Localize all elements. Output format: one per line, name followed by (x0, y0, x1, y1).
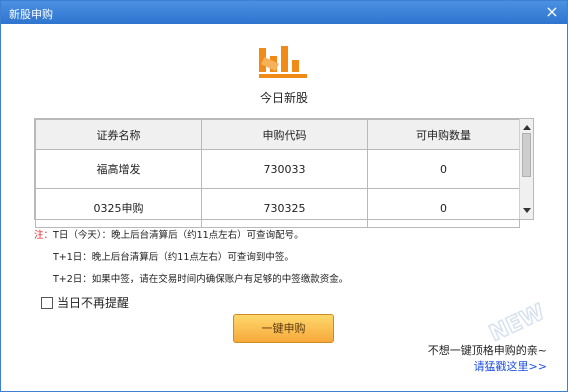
table-scrollbar[interactable] (519, 119, 533, 219)
table-row[interactable]: 福高增发 730033 0 (35, 149, 520, 189)
close-icon[interactable]: × (543, 3, 561, 21)
table-row[interactable]: 0325申购 730325 0 (35, 188, 520, 228)
one-click-subscribe-button[interactable]: 一键申购 (233, 314, 334, 343)
cell-code: 730033 (201, 149, 368, 189)
watermark-text: NEW (486, 301, 549, 341)
scroll-up-icon[interactable] (523, 125, 531, 130)
column-header-name: 证券名称 (35, 119, 202, 150)
column-header-code: 申购代码 (201, 119, 368, 150)
title-bar: 新股申购 × (1, 1, 567, 24)
footer-tip: 不想一键顶格申购的亲~ (427, 344, 547, 357)
scroll-thumb[interactable] (522, 133, 531, 177)
new-stock-table: 证券名称 申购代码 可申购数量 福高增发 730033 0 0325申购 730… (34, 118, 534, 228)
note-t2: T+2日：如果中签，请在交易时间内确保账户有足够的中签缴款资金。 (53, 274, 349, 285)
dont-remind-checkbox[interactable] (41, 296, 53, 309)
new-stock-dialog: 新股申购 × 今日新股 证券名称 申购代码 可申购数量 福高增发 730033 (0, 0, 568, 392)
table-header-row: 证券名称 申购代码 可申购数量 (35, 119, 520, 150)
new-stock-logo-icon (259, 46, 307, 78)
dont-remind-row[interactable]: 当日不再提醒 (41, 294, 129, 311)
column-header-quantity: 可申购数量 (367, 119, 520, 150)
cell-name: 0325申购 (35, 188, 202, 228)
dont-remind-label: 当日不再提醒 (57, 296, 130, 310)
logo-label: 今日新股 (259, 91, 308, 105)
window-title: 新股申购 (9, 8, 53, 21)
cell-quantity: 0 (367, 149, 520, 189)
note-t: T日（今天）：晚上后台清算后（约11点左右）可查询配号。 (53, 230, 304, 241)
note-t1: T+1日：晚上后台清算后（约11点左右）可查询到中签。 (53, 252, 294, 263)
cell-quantity: 0 (367, 188, 520, 228)
notes: 注：T日（今天）：晚上后台清算后（约11点左右）可查询配号。 T+1日：晚上后台… (34, 225, 348, 291)
new-watermark-icon: NEW (485, 301, 549, 341)
cell-name: 福高增发 (35, 149, 202, 189)
notes-prefix: 注： (34, 230, 54, 241)
cell-code: 730325 (201, 188, 368, 228)
scroll-down-icon[interactable] (523, 208, 531, 213)
manual-subscribe-link[interactable]: 请猛戳这里>> (474, 358, 547, 374)
